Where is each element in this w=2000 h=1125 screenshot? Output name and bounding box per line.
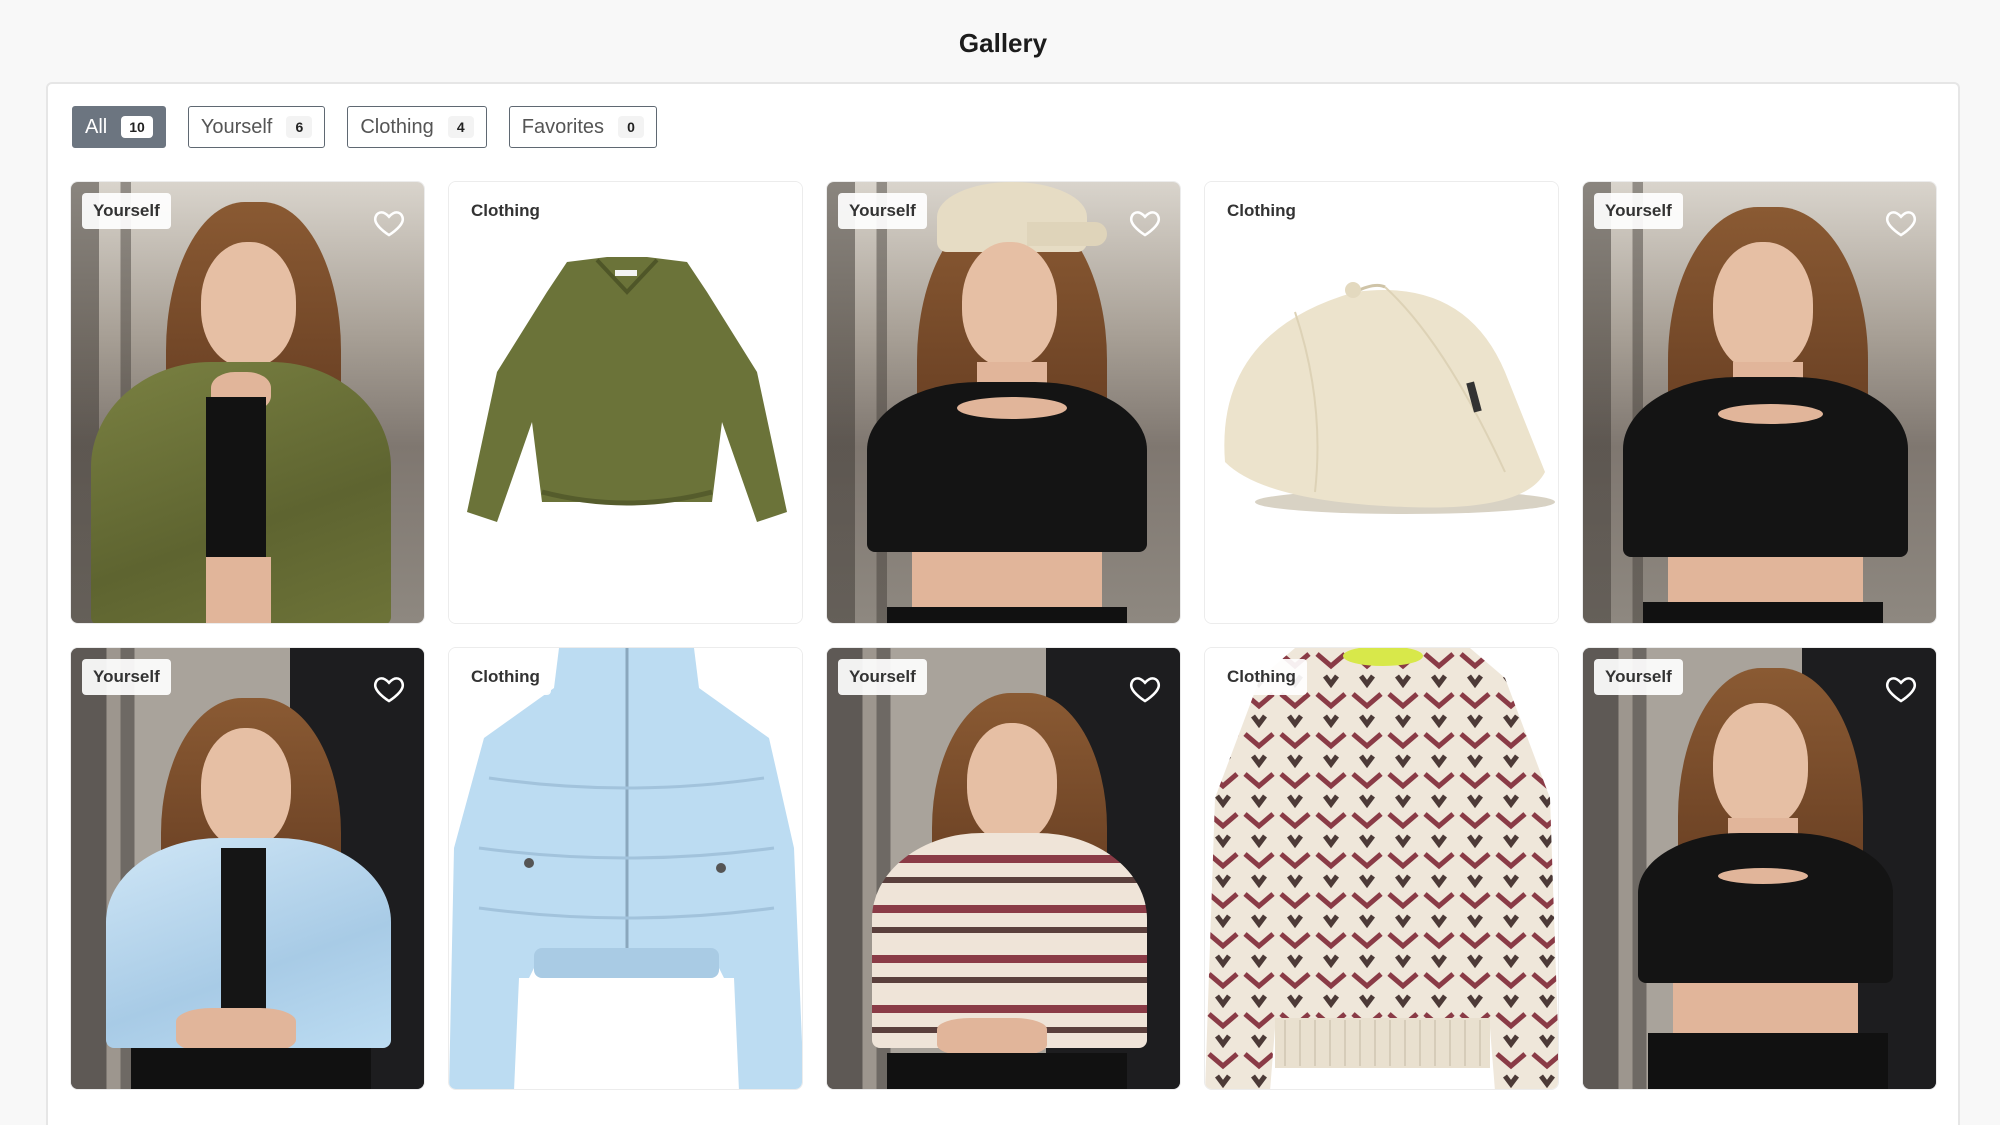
card-tag: Yourself — [1594, 193, 1683, 229]
model-photo — [827, 648, 1180, 1089]
card-tag: Yourself — [82, 193, 171, 229]
gallery-card[interactable]: Yourself — [1582, 647, 1937, 1090]
gallery-card[interactable]: Yourself — [1582, 181, 1937, 624]
gallery-card[interactable]: Clothing — [1204, 181, 1559, 624]
filter-label: Favorites — [521, 115, 604, 138]
product-photo — [1205, 648, 1558, 1089]
gallery-card[interactable]: Clothing — [448, 181, 803, 624]
gallery-card[interactable]: Clothing — [1204, 647, 1559, 1090]
model-photo — [1583, 182, 1936, 623]
filter-count-badge: 6 — [286, 116, 313, 138]
card-tag: Yourself — [838, 193, 927, 229]
product-photo — [1205, 182, 1558, 623]
gallery-card[interactable]: Yourself — [70, 647, 425, 1090]
filter-count-badge: 10 — [121, 116, 153, 138]
filter-clothing-button[interactable]: Clothing 4 — [347, 106, 487, 148]
model-photo — [71, 182, 424, 623]
card-tag: Yourself — [1594, 659, 1683, 695]
card-tag: Clothing — [1216, 193, 1307, 229]
filter-all-button[interactable]: All 10 — [72, 106, 166, 148]
gallery-panel: All 10 Yourself 6 Clothing 4 Favorites 0 — [46, 82, 1960, 1125]
gallery-card[interactable]: Yourself — [826, 647, 1181, 1090]
filter-bar: All 10 Yourself 6 Clothing 4 Favorites 0 — [72, 106, 657, 148]
filter-yourself-button[interactable]: Yourself 6 — [187, 106, 326, 148]
heart-outline-icon[interactable] — [1128, 672, 1162, 706]
card-tag: Clothing — [460, 659, 551, 695]
gallery-card[interactable]: Clothing — [448, 647, 803, 1090]
filter-favorites-button[interactable]: Favorites 0 — [508, 106, 657, 148]
heart-outline-icon[interactable] — [372, 206, 406, 240]
heart-outline-icon[interactable] — [1884, 672, 1918, 706]
gallery-card[interactable]: Yourself — [70, 181, 425, 624]
model-photo — [827, 182, 1180, 623]
product-photo — [449, 182, 802, 623]
gallery-card[interactable]: Yourself — [826, 181, 1181, 624]
heart-outline-icon[interactable] — [1128, 206, 1162, 240]
filter-label: All — [85, 115, 108, 138]
card-tag: Yourself — [838, 659, 927, 695]
card-tag: Clothing — [1216, 659, 1307, 695]
page-title: Gallery — [958, 28, 1048, 58]
card-tag: Clothing — [460, 193, 551, 229]
filter-label: Yourself — [200, 115, 273, 138]
card-tag: Yourself — [82, 659, 171, 695]
filter-label: Clothing — [360, 115, 434, 138]
filter-count-badge: 4 — [447, 116, 474, 138]
model-photo — [71, 648, 424, 1089]
heart-outline-icon[interactable] — [1884, 206, 1918, 240]
filter-count-badge: 0 — [618, 116, 644, 138]
heart-outline-icon[interactable] — [372, 672, 406, 706]
product-photo — [449, 648, 802, 1089]
model-photo — [1583, 648, 1936, 1089]
